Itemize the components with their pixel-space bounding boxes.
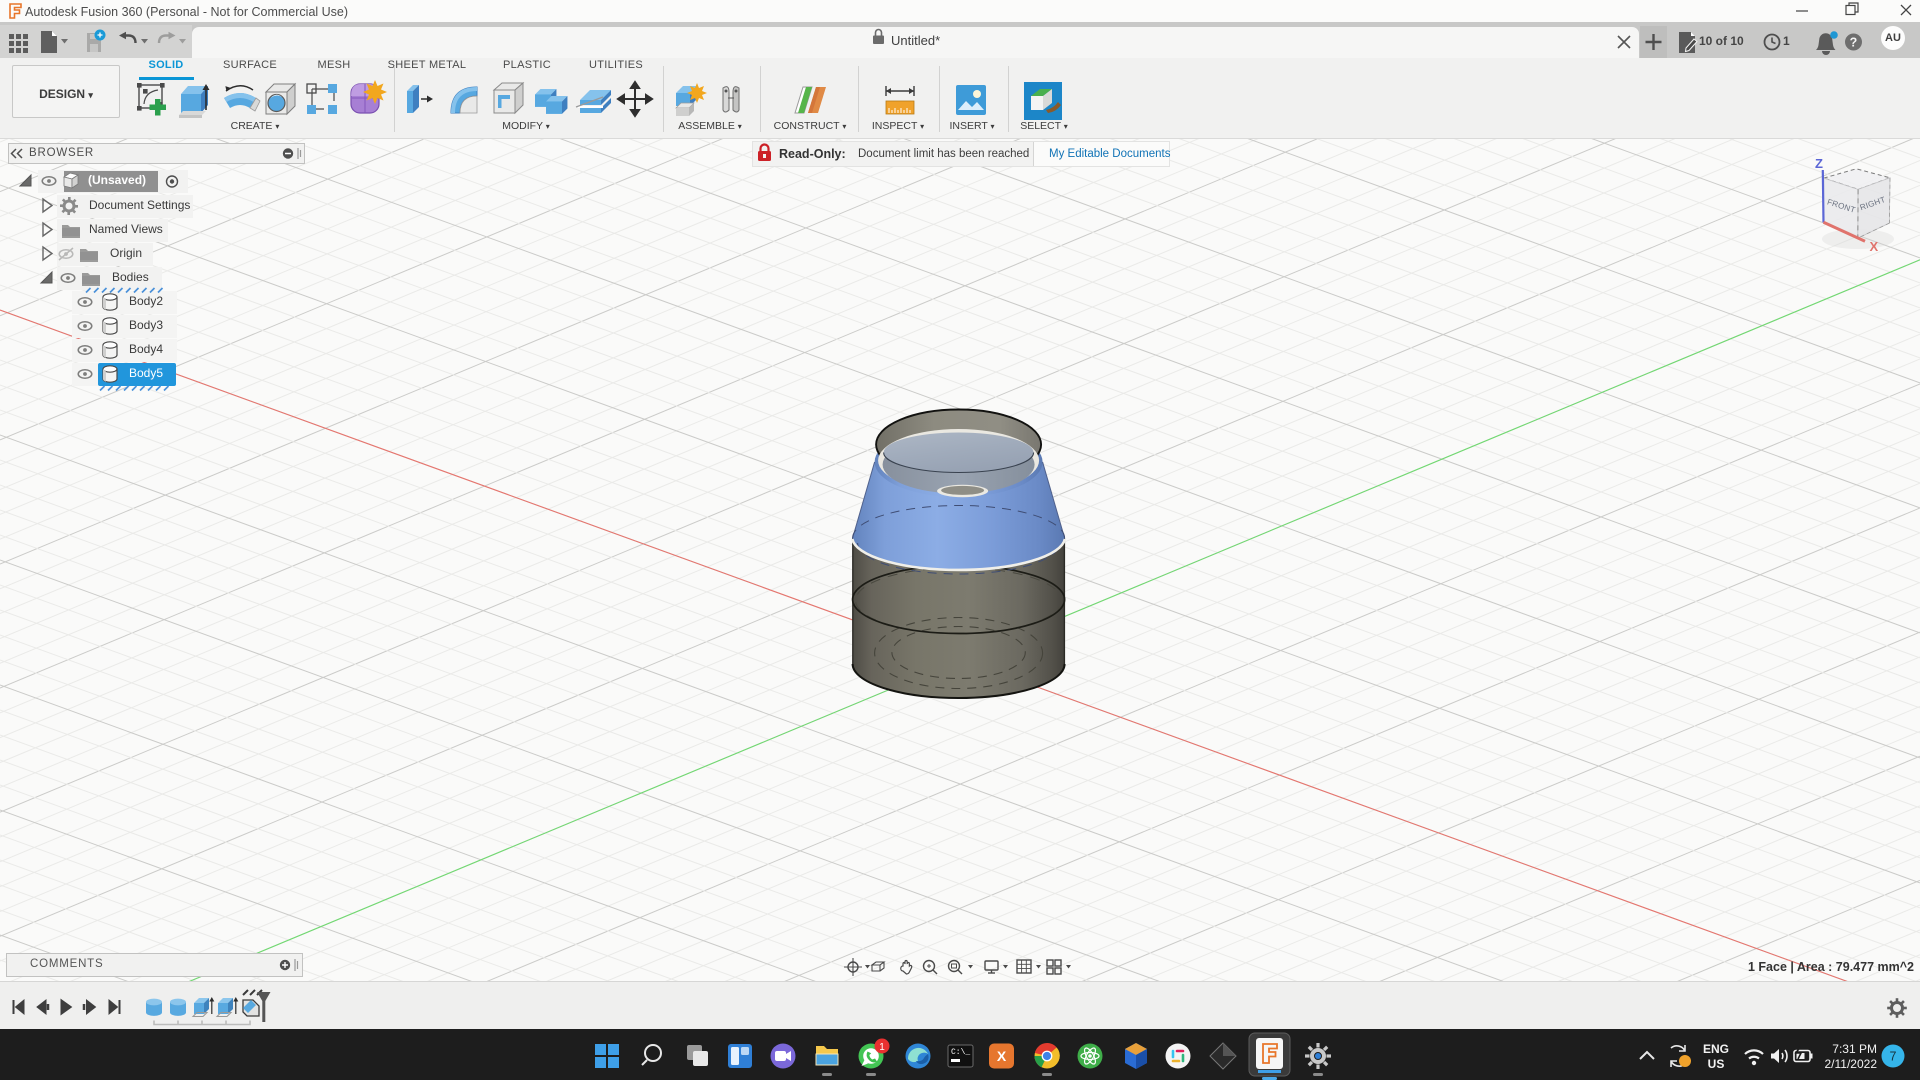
svg-text:?: ? <box>1850 36 1858 50</box>
svg-text:X: X <box>997 1048 1007 1064</box>
svg-text:7:31 PM: 7:31 PM <box>1832 1042 1877 1056</box>
svg-text:ENG: ENG <box>1703 1042 1729 1056</box>
svg-text:2/11/2022: 2/11/2022 <box>1825 1057 1878 1071</box>
svg-text:C:\_: C:\_ <box>951 1048 970 1057</box>
svg-text:7: 7 <box>1890 1050 1897 1064</box>
svg-text:Z: Z <box>1815 156 1823 171</box>
svg-text:US: US <box>1708 1057 1725 1071</box>
svg-text:X: X <box>1870 239 1879 254</box>
svg-text:1: 1 <box>879 1042 885 1053</box>
